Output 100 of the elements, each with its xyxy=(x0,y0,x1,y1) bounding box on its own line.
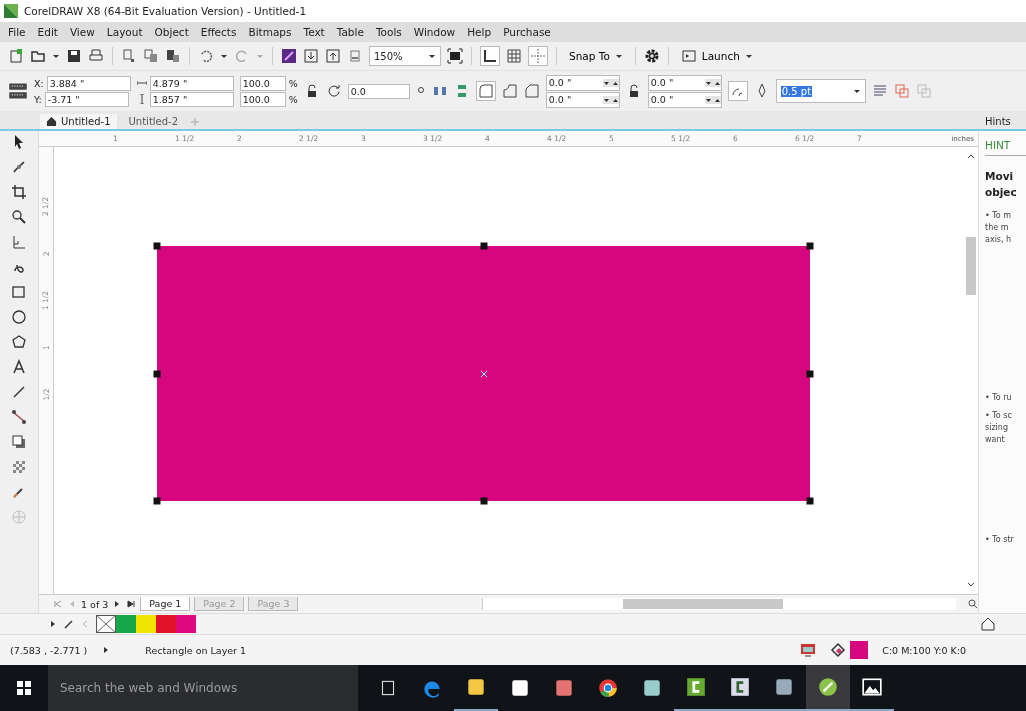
color-swatch[interactable] xyxy=(136,615,156,633)
new-document-icon[interactable] xyxy=(8,48,24,64)
caret-icon[interactable] xyxy=(428,52,436,60)
rulers-icon[interactable] xyxy=(480,46,500,66)
chamfer-corner-icon[interactable] xyxy=(523,83,540,99)
freehand-icon[interactable] xyxy=(11,159,27,175)
menu-item[interactable]: Window xyxy=(407,26,462,38)
menu-item[interactable]: File xyxy=(2,26,32,38)
width-field[interactable]: 4.879 " xyxy=(149,75,234,91)
scallop-corner-icon[interactable] xyxy=(501,83,518,99)
rotation-field[interactable]: 0.0 xyxy=(347,83,410,99)
no-color-swatch[interactable] xyxy=(96,615,116,633)
menu-item[interactable]: Bitmaps xyxy=(242,26,298,38)
letter-c-app-icon[interactable] xyxy=(685,676,707,698)
snap-to-button[interactable]: Snap To xyxy=(565,50,627,62)
menu-item[interactable]: Help xyxy=(461,26,498,38)
corner-radius-field[interactable]: 0.0 " xyxy=(647,91,722,108)
selection-handle[interactable] xyxy=(153,370,161,377)
spinner-arrows-icon[interactable] xyxy=(704,78,721,87)
settings-icon[interactable] xyxy=(643,48,660,64)
y-position-field[interactable]: -3.71 " xyxy=(44,91,129,107)
app-tile-icon[interactable] xyxy=(641,677,663,699)
launch-button[interactable]: Launch xyxy=(676,48,757,64)
ellipse-icon[interactable] xyxy=(11,309,27,325)
save-icon[interactable] xyxy=(66,48,82,64)
line-icon[interactable] xyxy=(11,384,27,400)
browser-circle-icon[interactable] xyxy=(597,677,619,699)
home-icon[interactable] xyxy=(980,616,996,632)
vertical-scrollbar[interactable] xyxy=(964,147,978,594)
windows-start-icon[interactable] xyxy=(16,680,32,696)
print-icon[interactable] xyxy=(88,48,104,64)
eyedropper-icon[interactable] xyxy=(64,619,74,629)
folder-icon[interactable] xyxy=(30,48,46,64)
document-tab[interactable]: Untitled-1 xyxy=(40,114,117,129)
horizontal-scrollbar[interactable] xyxy=(482,598,956,610)
selection-handle[interactable] xyxy=(806,370,814,377)
last-page-icon[interactable] xyxy=(126,599,137,609)
height-field[interactable]: 1.857 " xyxy=(149,91,234,107)
zoom-icon[interactable] xyxy=(968,599,978,609)
crop-icon[interactable] xyxy=(11,184,27,200)
spinner-arrows-icon[interactable] xyxy=(602,78,619,87)
color-swatch[interactable] xyxy=(176,615,196,633)
picture-icon[interactable] xyxy=(861,676,883,698)
round-corner-icon[interactable] xyxy=(475,81,496,101)
scale-field[interactable]: 100.0 xyxy=(239,91,286,107)
export-icon[interactable] xyxy=(325,48,341,64)
polygon-icon[interactable] xyxy=(11,334,27,350)
color-swatch[interactable] xyxy=(116,615,136,633)
spinner-arrows-icon[interactable] xyxy=(704,95,721,104)
zoom-icon[interactable] xyxy=(11,209,27,225)
spinner-arrows-icon[interactable] xyxy=(602,95,619,104)
connector-icon[interactable] xyxy=(11,409,27,425)
x-position-field[interactable]: 3.884 " xyxy=(46,75,131,91)
selection-handle[interactable] xyxy=(806,242,814,250)
app-tile-icon[interactable] xyxy=(553,677,575,699)
scrollbar-thumb[interactable] xyxy=(623,599,784,609)
menu-item[interactable]: View xyxy=(63,26,101,38)
selection-handle[interactable] xyxy=(153,242,161,250)
search-field[interactable]: Search the web and Windows xyxy=(48,665,358,711)
menu-item[interactable]: Edit xyxy=(31,26,64,38)
menu-item[interactable]: Tools xyxy=(369,26,408,38)
selection-handle[interactable] xyxy=(153,497,161,505)
pen-circle-icon[interactable] xyxy=(817,676,839,698)
corner-radius-field[interactable]: 0.0 " xyxy=(545,91,620,108)
zoom-level-dropdown[interactable]: 150% xyxy=(369,46,441,66)
app-tile-icon[interactable] xyxy=(509,677,531,699)
page-tab[interactable]: Page 1 xyxy=(140,597,191,611)
scrollbar-thumb[interactable] xyxy=(966,236,976,295)
letter-c-app-icon[interactable] xyxy=(729,676,751,698)
launcher-window-icon[interactable] xyxy=(680,48,697,64)
document-tab[interactable]: Untitled-2 xyxy=(122,114,185,129)
undo-icon[interactable] xyxy=(198,48,214,64)
import-icon[interactable] xyxy=(303,48,319,64)
app-tile-icon[interactable] xyxy=(773,676,795,698)
scale-field[interactable]: 100.0 xyxy=(239,75,286,91)
caret-icon[interactable] xyxy=(52,52,60,60)
caret-icon[interactable] xyxy=(852,87,861,95)
rectangle-icon[interactable] xyxy=(11,284,27,300)
full-screen-icon[interactable] xyxy=(447,48,463,64)
text-icon[interactable] xyxy=(11,359,27,375)
selection-handle[interactable] xyxy=(480,497,487,505)
selection-handle[interactable] xyxy=(806,497,814,505)
hints-tab[interactable]: Hints xyxy=(982,114,1026,129)
caret-icon[interactable] xyxy=(744,52,753,60)
grid-icon[interactable] xyxy=(506,48,522,64)
menu-item[interactable]: Effects xyxy=(194,26,243,38)
outline-width-dropdown[interactable]: 0.5 pt xyxy=(775,79,866,103)
transparency-icon[interactable] xyxy=(11,459,27,475)
dimension-icon[interactable] xyxy=(11,234,27,250)
color-swatch[interactable] xyxy=(156,615,176,633)
selection-handle[interactable] xyxy=(480,242,487,250)
menu-item[interactable]: Text xyxy=(297,26,331,38)
caret-icon[interactable] xyxy=(220,52,228,60)
menu-item[interactable]: Table xyxy=(330,26,370,38)
corner-radius-field[interactable]: 0.0 " xyxy=(647,74,722,91)
menu-item[interactable]: Layout xyxy=(100,26,149,38)
menu-item[interactable]: Object xyxy=(148,26,195,38)
taskbar-app-button[interactable] xyxy=(806,665,850,711)
shadow-icon[interactable] xyxy=(11,434,27,450)
corner-radius-field[interactable]: 0.0 " xyxy=(545,74,620,91)
